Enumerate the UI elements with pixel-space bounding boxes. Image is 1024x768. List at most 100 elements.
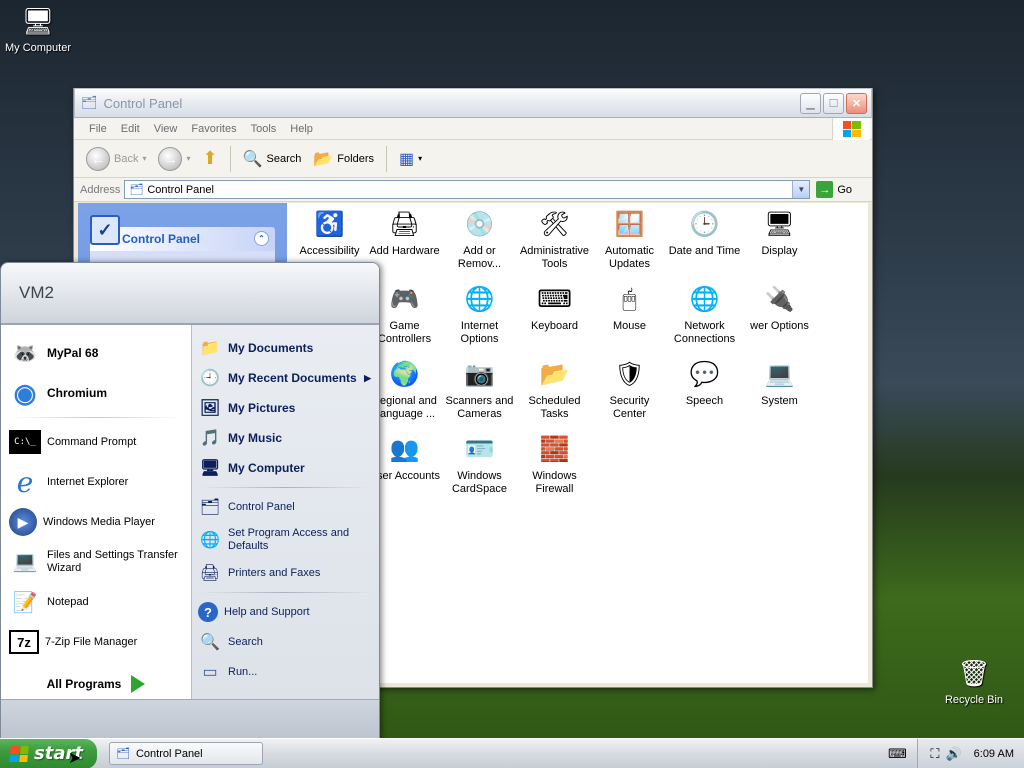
network-icon[interactable]: ⛶ — [930, 746, 939, 762]
all-programs-button[interactable]: All Programs — [1, 675, 191, 693]
desktop-icon-my-computer[interactable]: 🖥 My Computer — [0, 4, 76, 55]
applet-icon: 🖱 — [622, 285, 637, 313]
control-panel-item[interactable]: 💬 Speech — [667, 357, 742, 408]
run-label: Run... — [228, 666, 258, 678]
applet-label: System — [761, 395, 798, 407]
control-panel-item[interactable]: 🖱 Mouse — [592, 282, 667, 333]
recent-windows-media-player[interactable]: ▶ Windows Media Player — [1, 502, 191, 542]
control-panel-item[interactable]: 🪪 Windows CardSpace — [442, 432, 517, 496]
control-panel-item[interactable]: 🧱 Windows Firewall — [517, 432, 592, 496]
address-dropdown-button[interactable]: ▼ — [792, 181, 810, 198]
menu-tools[interactable]: Tools — [244, 123, 284, 135]
control-panel-item[interactable]: 💿 Add or Remov... — [442, 207, 517, 271]
start-menu: VM2 🦝 MyPal 68 ◉ Chromium C:\_ Command P… — [0, 262, 380, 740]
control-panel-item[interactable]: 🛡 Security Center — [592, 357, 667, 421]
setting-printers-faxes[interactable]: 🖨 Printers and Faxes — [192, 558, 379, 588]
control-panel-item[interactable]: 🪟 Automatic Updates — [592, 207, 667, 271]
address-bar: Address 🗂 Control Panel ▼ → Go — [74, 178, 872, 202]
control-panel-icon: 🗂 — [129, 184, 144, 196]
window-title: Control Panel — [103, 95, 183, 111]
forward-button[interactable]: → ▾ — [154, 146, 194, 171]
control-panel-item[interactable]: 🌐 Network Connections — [667, 282, 742, 346]
place-my-computer[interactable]: 🖥 My Computer — [192, 453, 379, 483]
applet-label: Keyboard — [530, 320, 579, 332]
collapse-icon[interactable]: ⌃ — [254, 231, 269, 246]
control-panel-item[interactable]: 🖥 Display — [742, 207, 817, 258]
recent-internet-explorer[interactable]: ℯ Internet Explorer — [1, 462, 191, 502]
maximize-button[interactable]: ☐ — [823, 92, 844, 114]
start-button[interactable]: start — [0, 738, 97, 768]
place-my-recent-documents[interactable]: 🕘 My Recent Documents ▶ — [192, 363, 379, 393]
window-titlebar[interactable]: 🗂 Control Panel ▁ ☐ ✕ — [74, 88, 872, 118]
clock[interactable]: 6:09 AM — [974, 748, 1014, 760]
control-panel-item[interactable]: 🕒 Date and Time — [667, 207, 742, 258]
applet-label: Speech — [685, 395, 724, 407]
toolbar: ← Back ▾ → ▾ ⬆ 🔍 Search 📂 Folders ▦ ▾ — [74, 140, 872, 178]
menu-favorites[interactable]: Favorites — [184, 123, 243, 135]
back-label: Back — [114, 152, 139, 165]
control-panel-item[interactable]: 🖨 Add Hardware — [367, 207, 442, 258]
folders-button[interactable]: 📂 Folders — [309, 149, 378, 169]
applet-label: Automatic Updates — [605, 245, 654, 270]
applet-icon: 🛠 — [539, 210, 570, 238]
control-panel-item[interactable]: ⌨ Keyboard — [517, 282, 592, 333]
search-label: Search — [266, 152, 302, 165]
close-button[interactable]: ✕ — [846, 92, 867, 114]
place-my-music[interactable]: 🎵 My Music — [192, 423, 379, 453]
pinned-mypal[interactable]: 🦝 MyPal 68 — [1, 333, 191, 373]
control-panel-item[interactable]: 🌐 Internet Options — [442, 282, 517, 346]
control-panel-item[interactable]: 📷 Scanners and Cameras — [442, 357, 517, 421]
command-prompt-icon: C:\_ — [9, 430, 41, 454]
menu-edit[interactable]: Edit — [114, 123, 147, 135]
control-panel-item[interactable]: 📂 Scheduled Tasks — [517, 357, 592, 421]
media-player-icon: ▶ — [9, 508, 37, 536]
applet-label: Accessibility — [299, 245, 360, 257]
go-button[interactable]: → Go — [816, 181, 852, 198]
mouse-cursor-icon: ➤ — [68, 750, 82, 767]
keyboard-layout-icon[interactable]: ⌨ — [888, 746, 907, 762]
setting-label: Set Program Access and Defaults — [228, 527, 350, 552]
minimize-button[interactable]: ▁ — [800, 92, 821, 114]
setting-control-panel[interactable]: 🗂 Control Panel — [192, 492, 379, 522]
volume-icon[interactable]: 🔊 — [945, 746, 961, 762]
recent-command-prompt[interactable]: C:\_ Command Prompt — [1, 422, 191, 462]
music-folder-icon: 🎵 — [200, 430, 220, 447]
chevron-down-icon: ▾ — [186, 154, 191, 163]
task-pane-title: Control Panel — [122, 232, 201, 246]
control-panel-item[interactable]: 💻 System — [742, 357, 817, 408]
applet-icon: 🖥 — [764, 210, 795, 238]
views-button[interactable]: ▦ ▾ — [395, 149, 426, 169]
up-button[interactable]: ⬆ — [199, 148, 222, 169]
pinned-chromium[interactable]: ◉ Chromium — [1, 373, 191, 413]
run-item[interactable]: ▭ Run... — [192, 657, 379, 687]
control-panel-icon: 🗂 — [81, 95, 98, 110]
recent-7zip[interactable]: 7z 7-Zip File Manager — [1, 622, 191, 662]
go-label: Go — [837, 183, 853, 196]
recent-files-settings-transfer[interactable]: 💻 Files and Settings Transfer Wizard — [1, 542, 191, 582]
place-label: My Music — [228, 431, 283, 445]
menu-view[interactable]: View — [147, 123, 185, 135]
mypal-icon: 🦝 — [12, 342, 38, 365]
program-label: Windows Media Player — [43, 516, 155, 528]
place-my-documents[interactable]: 📁 My Documents — [192, 333, 379, 363]
back-button[interactable]: ← Back ▾ — [82, 146, 150, 171]
menu-file[interactable]: File — [82, 123, 114, 135]
control-panel-item[interactable]: 🔌 wer Options — [742, 282, 817, 333]
menu-help[interactable]: Help — [283, 123, 320, 135]
setting-program-access[interactable]: 🌐 Set Program Access and Defaults — [192, 522, 379, 558]
task-pane-header[interactable]: ✓ Control Panel ⌃ — [90, 215, 275, 251]
applet-icon: 🌐 — [689, 285, 720, 313]
address-input[interactable]: 🗂 Control Panel ▼ — [124, 180, 811, 199]
recent-notepad[interactable]: 📝 Notepad — [1, 582, 191, 622]
control-panel-item[interactable]: 🛠 Administrative Tools — [517, 207, 592, 271]
place-my-pictures[interactable]: 🖼 My Pictures — [192, 393, 379, 423]
all-programs-label: All Programs — [46, 677, 122, 691]
views-icon: ▦ — [398, 150, 415, 168]
desktop-icon-recycle-bin[interactable]: 🗑 Recycle Bin — [936, 656, 1012, 707]
search-button[interactable]: 🔍 Search — [239, 149, 306, 169]
control-panel-item[interactable]: ♿ Accessibility — [292, 207, 367, 258]
help-and-support[interactable]: ? Help and Support — [192, 597, 379, 627]
search-item[interactable]: 🔍 Search — [192, 627, 379, 657]
task-button-control-panel[interactable]: 🗂 Control Panel — [109, 742, 263, 765]
chevron-down-icon: ▾ — [142, 154, 147, 163]
